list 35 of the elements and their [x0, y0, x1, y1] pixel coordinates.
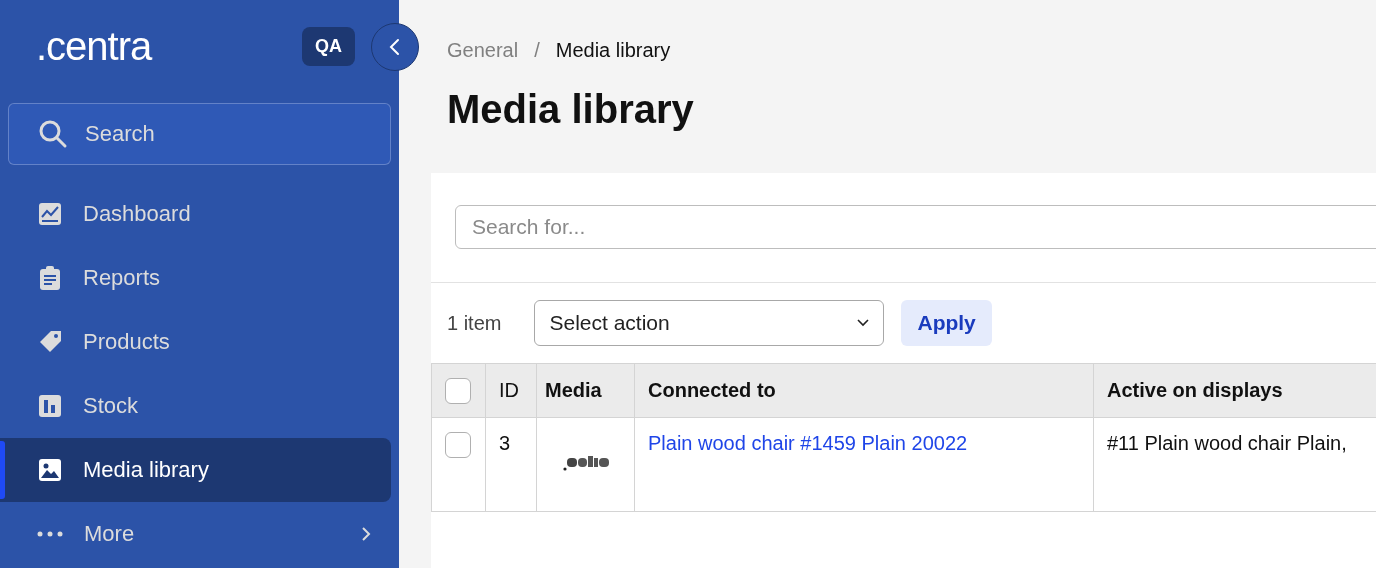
sidebar-item[interactable]: Media library — [0, 438, 391, 502]
chevron-left-icon — [388, 38, 402, 56]
sidebar-item[interactable]: Reports — [0, 246, 391, 310]
sidebar-item[interactable]: More — [0, 502, 391, 566]
chart-icon — [38, 202, 62, 226]
environment-badge: QA — [302, 26, 355, 66]
image-icon — [38, 458, 62, 482]
breadcrumb-separator: / — [534, 38, 540, 62]
more-icon — [37, 531, 63, 537]
action-select[interactable]: Select action — [534, 300, 885, 346]
caret-icon — [857, 319, 870, 327]
table-cell: 3 — [486, 418, 537, 511]
chevron-right-icon — [361, 526, 371, 542]
apply-button[interactable]: Apply — [901, 300, 992, 346]
row-checkbox[interactable] — [445, 432, 471, 458]
bar-chart-icon — [38, 394, 62, 418]
sidebar-item[interactable]: Dashboard — [0, 182, 391, 246]
sidebar-item[interactable]: Products — [0, 310, 391, 374]
clipboard-icon — [38, 266, 62, 290]
tag-icon — [38, 330, 62, 354]
centra-logo: .centra — [36, 26, 152, 66]
search-field[interactable]: Search for... — [455, 205, 1376, 249]
table-cell-text: #11 Plain wood chair Plain, — [1106, 431, 1348, 456]
breadcrumb-current: Media library — [555, 38, 671, 62]
column-header: Active on displays — [1106, 378, 1284, 403]
sidebar-item[interactable]: Stock — [0, 374, 391, 438]
collapse-button[interactable] — [371, 23, 419, 71]
select-all-checkbox[interactable] — [445, 377, 471, 404]
column-header: Media — [537, 364, 635, 417]
column-header: ID — [486, 364, 537, 417]
page-title: Media library — [447, 86, 695, 133]
column-header: Connected to — [635, 364, 1094, 417]
breadcrumb-link[interactable]: General — [447, 38, 519, 62]
item-count: 1 item — [447, 311, 502, 335]
product-link[interactable]: Plain wood chair #1459 Plain 20022 — [648, 432, 968, 454]
